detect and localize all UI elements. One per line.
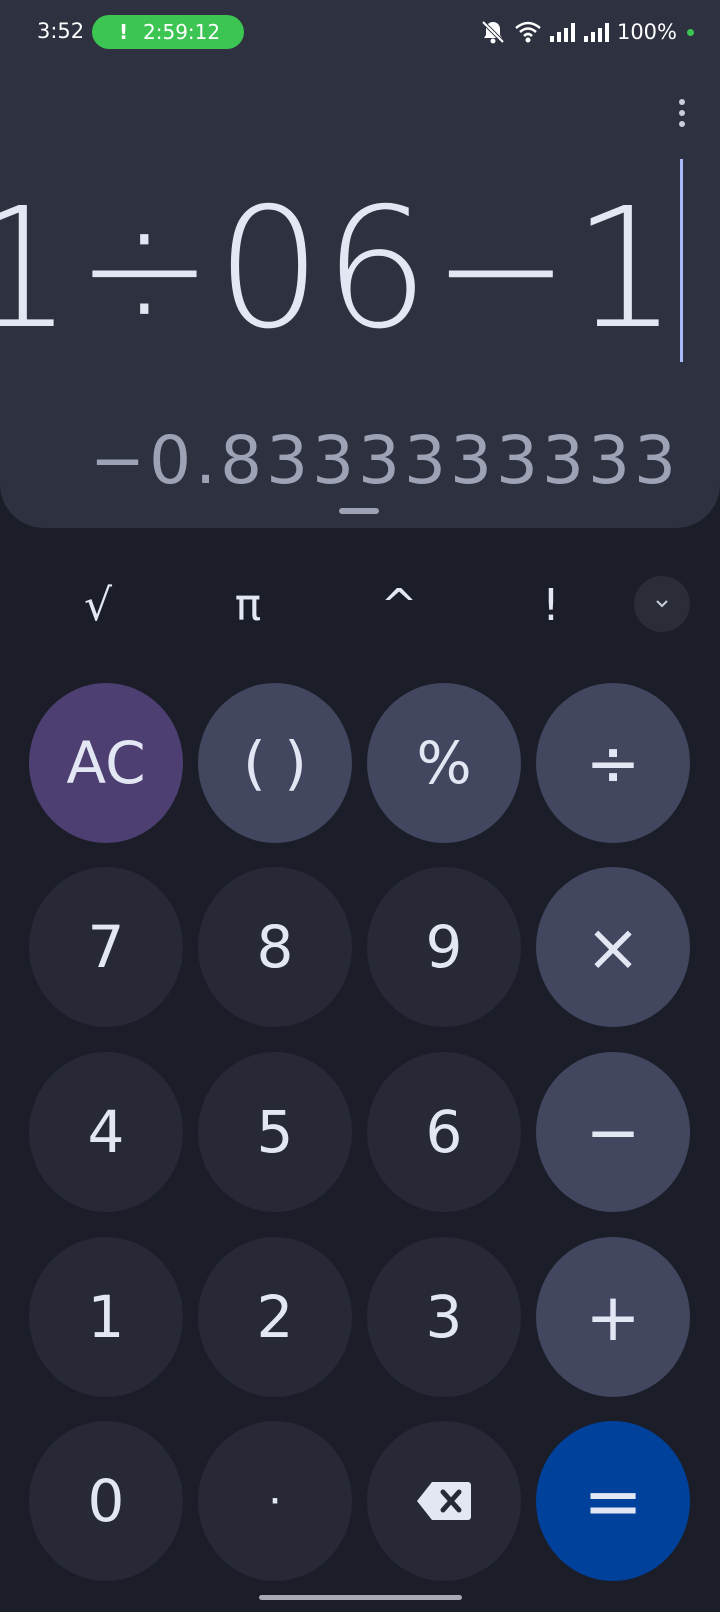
two-button[interactable]: 2: [198, 1237, 352, 1397]
text-cursor: [680, 159, 683, 362]
status-icons: 100%: [479, 18, 694, 46]
pi-button[interactable]: π: [208, 560, 288, 650]
sqrt-button[interactable]: √: [58, 560, 138, 650]
multiply-button[interactable]: ×: [536, 867, 690, 1027]
four-button[interactable]: 4: [29, 1052, 183, 1212]
chevron-down-icon: [656, 600, 668, 608]
expand-button[interactable]: [634, 576, 690, 632]
parentheses-button[interactable]: ( ): [198, 683, 352, 843]
factorial-button[interactable]: !: [511, 560, 591, 650]
gesture-nav-bar[interactable]: [259, 1595, 462, 1600]
all-clear-button[interactable]: AC: [29, 683, 183, 843]
equals-button[interactable]: =: [536, 1421, 690, 1581]
backspace-button[interactable]: [367, 1421, 521, 1581]
status-time: 3:52: [37, 19, 85, 43]
scientific-row: √ π ^ !: [0, 560, 720, 650]
mute-icon: [479, 19, 507, 45]
backspace-icon: [417, 1482, 471, 1520]
decimal-button[interactable]: ·: [198, 1421, 352, 1581]
timer-alert-icon: !: [119, 20, 129, 44]
seven-button[interactable]: 7: [29, 867, 183, 1027]
six-button[interactable]: 6: [367, 1052, 521, 1212]
eight-button[interactable]: 8: [198, 867, 352, 1027]
three-button[interactable]: 3: [367, 1237, 521, 1397]
plus-button[interactable]: +: [536, 1237, 690, 1397]
result-preview: −0.8333333333: [89, 421, 680, 499]
zero-button[interactable]: 0: [29, 1421, 183, 1581]
battery-dot-icon: [687, 28, 694, 36]
display-panel: 3:52 ! 2:59:12 100% 1÷06−1 −0.8333333333: [0, 0, 720, 528]
expression-field[interactable]: 1÷06−1: [0, 170, 680, 370]
signal-icon: [583, 22, 609, 42]
percent-button[interactable]: %: [367, 683, 521, 843]
wifi-icon: [515, 20, 541, 44]
nine-button[interactable]: 9: [367, 867, 521, 1027]
power-button[interactable]: ^: [359, 560, 439, 650]
timer-value: 2:59:12: [143, 20, 221, 44]
five-button[interactable]: 5: [198, 1052, 352, 1212]
more-options-icon[interactable]: [664, 93, 700, 133]
minus-button[interactable]: −: [536, 1052, 690, 1212]
battery-label: 100%: [616, 20, 677, 44]
signal-icon: [549, 22, 575, 42]
divide-button[interactable]: ÷: [536, 683, 690, 843]
one-button[interactable]: 1: [29, 1237, 183, 1397]
drag-handle[interactable]: [339, 508, 379, 514]
status-bar: 3:52 ! 2:59:12 100%: [0, 0, 720, 66]
timer-chip[interactable]: ! 2:59:12: [92, 15, 244, 49]
